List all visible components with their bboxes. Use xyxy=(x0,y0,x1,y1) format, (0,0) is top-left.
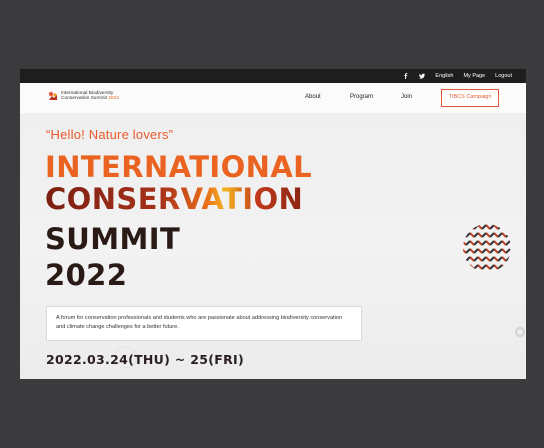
hero-title-line2: CONSERVATION xyxy=(45,182,304,216)
hero-title-line4: 2022 xyxy=(45,258,128,292)
facebook-icon[interactable] xyxy=(403,73,409,79)
nav-item-join[interactable]: Join xyxy=(401,94,412,100)
scroll-indicator[interactable] xyxy=(515,327,525,337)
hero-title-line1: INTERNATIONAL xyxy=(45,150,313,184)
site-logo[interactable]: International Biodiversity Conservation … xyxy=(48,91,119,101)
logo-line2-text: Conservation Summit xyxy=(61,96,107,102)
twitter-icon[interactable] xyxy=(419,73,426,79)
main-nav: International Biodiversity Conservation … xyxy=(20,83,526,113)
hero-tagline: “Hello! Nature lovers” xyxy=(46,127,174,142)
my-page-link[interactable]: My Page xyxy=(463,69,485,83)
browser-viewport: English My Page Logout International Bio… xyxy=(20,69,526,379)
hero-title-line3: SUMMIT xyxy=(45,222,181,256)
campaign-button[interactable]: TIBCS Campaign xyxy=(441,89,499,107)
logo-text: International Biodiversity Conservation … xyxy=(61,91,119,101)
nav-item-program[interactable]: Program xyxy=(350,94,373,100)
logo-year: 2022 xyxy=(108,96,119,102)
nav-item-about[interactable]: About xyxy=(305,94,321,100)
utility-bar: English My Page Logout xyxy=(20,69,526,83)
summit-logo-icon xyxy=(48,91,57,100)
logout-link[interactable]: Logout xyxy=(495,69,512,83)
hero-description: A forum for conservation professionals a… xyxy=(46,306,362,341)
english-link[interactable]: English xyxy=(435,69,453,83)
decorative-pattern-icon xyxy=(463,224,511,270)
logo-line2: Conservation Summit 2022 xyxy=(61,96,119,101)
event-date: 2022.03.24(THU) ~ 25(FRI) xyxy=(46,352,244,367)
